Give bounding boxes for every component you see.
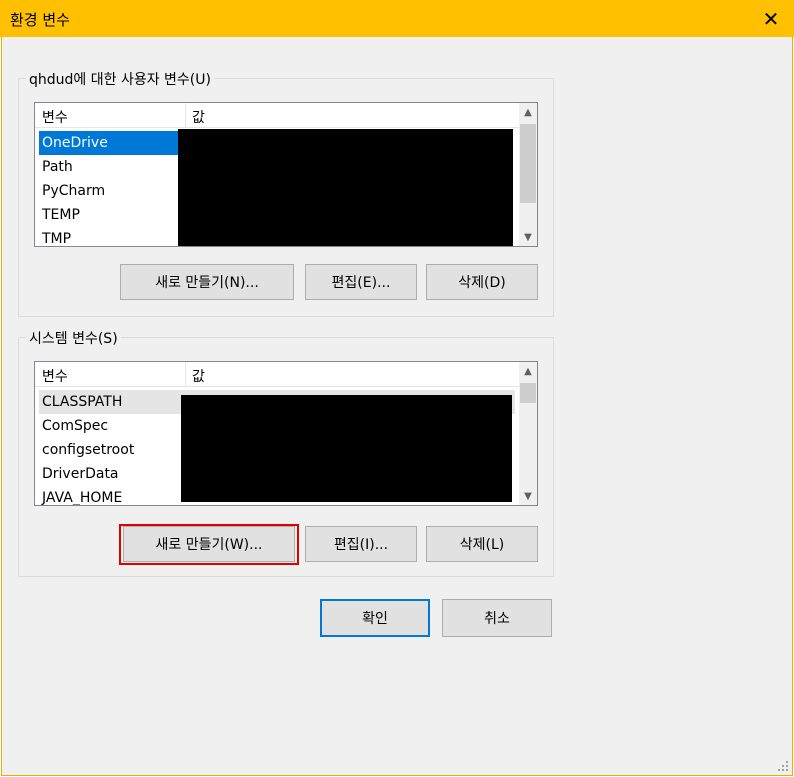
scroll-up-arrow-icon[interactable]: ▲ — [519, 103, 537, 121]
dialog-body: qhdud에 대한 사용자 변수(U) 변수 값 OneDrive Path P… — [1, 37, 793, 776]
list-header: 변수 값 — [35, 362, 519, 387]
system-variables-label: 시스템 변수(S) — [26, 328, 121, 348]
title-bar: 환경 변수 ✕ — [0, 0, 794, 37]
close-icon: ✕ — [762, 6, 780, 31]
list-item-configsetroot[interactable]: configsetroot — [39, 438, 185, 462]
system-new-button[interactable]: 새로 만들기(W)... — [123, 526, 295, 562]
list-item-temp[interactable]: TEMP — [39, 203, 185, 227]
system-edit-button[interactable]: 편집(I)... — [305, 526, 417, 562]
list-item-onedrive[interactable]: OneDrive — [39, 131, 185, 155]
list-item-java-home[interactable]: JAVA_HOME — [39, 486, 185, 505]
user-variables-list[interactable]: 변수 값 OneDrive Path PyCharm TEMP TMP ▲ ▼ — [34, 102, 538, 247]
vertical-scrollbar[interactable]: ▲ ▼ — [519, 362, 537, 505]
cancel-button[interactable]: 취소 — [442, 599, 552, 637]
column-header-variable[interactable]: 변수 — [42, 366, 68, 386]
list-item-comspec[interactable]: ComSpec — [39, 414, 185, 438]
user-delete-button[interactable]: 삭제(D) — [426, 264, 538, 300]
system-delete-button[interactable]: 삭제(L) — [426, 526, 538, 562]
column-header-variable[interactable]: 변수 — [42, 107, 68, 127]
resize-grip-icon[interactable] — [777, 760, 789, 772]
window-title: 환경 변수 — [10, 11, 70, 29]
user-new-button[interactable]: 새로 만들기(N)... — [120, 264, 294, 300]
column-separator[interactable] — [185, 362, 186, 386]
system-variables-group: 시스템 변수(S) 변수 값 CLASSPATH ComSpec configs… — [18, 328, 554, 577]
close-button[interactable]: ✕ — [748, 0, 794, 37]
scroll-thumb[interactable] — [520, 124, 536, 203]
list-item-tmp[interactable]: TMP — [39, 227, 185, 246]
redacted-values — [178, 129, 513, 246]
list-item-path[interactable]: Path — [39, 155, 185, 179]
column-header-value[interactable]: 값 — [192, 107, 205, 127]
redacted-values — [181, 395, 512, 502]
list-item-pycharm[interactable]: PyCharm — [39, 179, 185, 203]
scroll-down-arrow-icon[interactable]: ▼ — [519, 487, 537, 505]
vertical-scrollbar[interactable]: ▲ ▼ — [519, 103, 537, 246]
user-variables-label: qhdud에 대한 사용자 변수(U) — [26, 69, 214, 89]
column-separator[interactable] — [185, 103, 186, 127]
user-variables-group: qhdud에 대한 사용자 변수(U) 변수 값 OneDrive Path P… — [18, 69, 554, 317]
scroll-up-arrow-icon[interactable]: ▲ — [519, 362, 537, 380]
system-variables-list[interactable]: 변수 값 CLASSPATH ComSpec configsetroot Dri… — [34, 361, 538, 506]
ok-button[interactable]: 확인 — [320, 599, 430, 637]
scroll-thumb[interactable] — [520, 383, 536, 403]
list-item-driverdata[interactable]: DriverData — [39, 462, 185, 486]
user-edit-button[interactable]: 편집(E)... — [305, 264, 417, 300]
scroll-down-arrow-icon[interactable]: ▼ — [519, 228, 537, 246]
column-header-value[interactable]: 값 — [192, 366, 205, 386]
list-header: 변수 값 — [35, 103, 519, 128]
